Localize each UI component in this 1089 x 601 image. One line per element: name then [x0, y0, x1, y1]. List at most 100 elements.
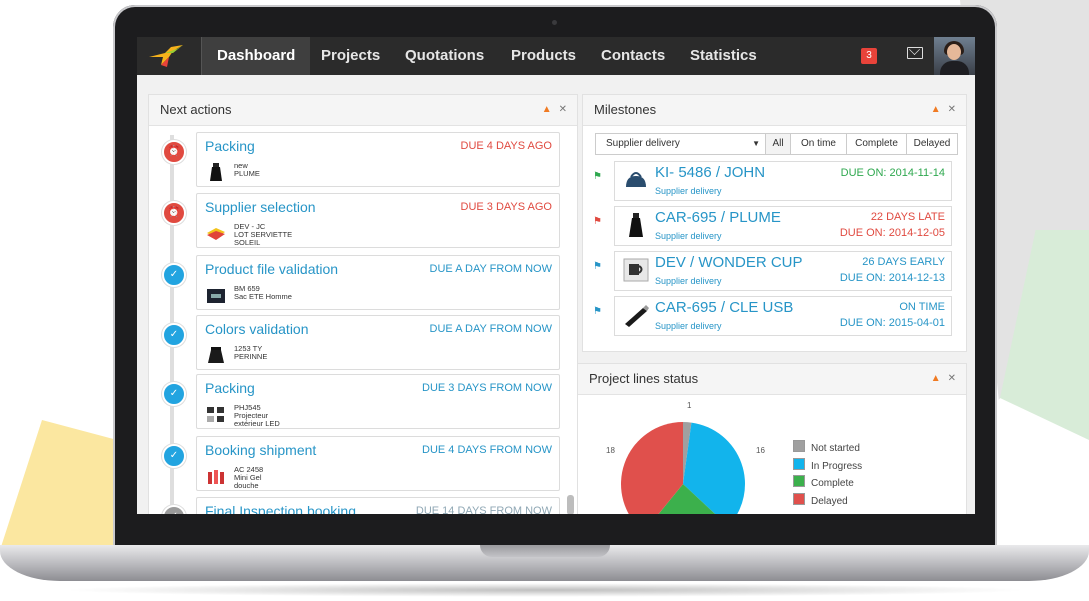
avatar[interactable]: [934, 37, 975, 75]
towel-thumbnail: [207, 228, 225, 240]
action-title[interactable]: Colors validation: [205, 321, 309, 337]
panel-header: Next actions ▲ ✕: [149, 95, 577, 126]
nav-statistics[interactable]: Statistics: [675, 37, 772, 75]
action-due: DUE 3 DAYS FROM NOW: [422, 382, 552, 394]
action-item[interactable]: Colors validation DUE A DAY FROM NOW 125…: [196, 315, 560, 370]
flag-icon: ⚑: [593, 306, 602, 317]
legend-swatch: [793, 475, 805, 487]
legend-label: Complete: [811, 478, 854, 489]
top-navbar: Dashboard Projects Quotations Products C…: [137, 37, 975, 75]
close-icon[interactable]: ✕: [948, 373, 956, 384]
milestone-due: DUE ON: 2014-11-14: [840, 167, 945, 179]
milestone-name[interactable]: CAR-695 / PLUME: [655, 209, 781, 226]
legend-label: Delayed: [811, 495, 848, 507]
milestone-type: Supplier delivery: [655, 321, 722, 331]
action-item[interactable]: Product file validation DUE A DAY FROM N…: [196, 255, 560, 310]
action-title[interactable]: Packing: [205, 138, 255, 154]
bag-image: [626, 172, 646, 187]
check-icon: ✓: [162, 263, 186, 287]
filter-all[interactable]: All: [765, 133, 791, 155]
action-title[interactable]: Packing: [205, 380, 255, 396]
milestone-due: DUE ON: 2014-12-13: [839, 272, 945, 284]
panel-title: Project lines status: [589, 371, 699, 386]
action-item[interactable]: Booking shipment DUE 4 DAYS FROM NOW AC …: [196, 436, 560, 491]
milestone-status: 26 DAYS EARLY: [862, 256, 945, 268]
panel-header: Milestones ▲ ✕: [583, 95, 966, 126]
milestone-status: 22 DAYS LATE: [870, 211, 945, 223]
dress-image: [629, 213, 643, 237]
milestone-name[interactable]: DEV / WONDER CUP: [655, 254, 803, 271]
webcam: [552, 20, 557, 25]
action-desc: 1253 TY PERINNE: [234, 344, 268, 361]
milestone-type-select[interactable]: Supplier delivery ▼: [595, 133, 767, 155]
laptop-notch: [480, 545, 610, 557]
milestone-type: Supplier delivery: [655, 186, 722, 196]
nav-quotations[interactable]: Quotations: [390, 37, 499, 75]
legend-label: In Progress: [811, 460, 863, 472]
check-icon: ✓: [162, 505, 186, 514]
projector-thumbnail: [207, 407, 224, 422]
filter-on-time[interactable]: On time: [790, 133, 847, 155]
milestone-type: Supplier delivery: [655, 231, 722, 241]
legend-item[interactable]: Complete: [793, 475, 854, 489]
legend-item[interactable]: In Progress: [793, 457, 863, 472]
scrollbar[interactable]: [567, 495, 574, 514]
nav-contacts[interactable]: Contacts: [586, 37, 680, 75]
legend-swatch: [793, 440, 805, 452]
milestone-type: Supplier delivery: [655, 276, 722, 286]
action-item[interactable]: Final Inspection booking DUE 14 DAYS FRO…: [196, 497, 560, 514]
legend-swatch: [793, 457, 805, 470]
action-due: DUE A DAY FROM NOW: [429, 263, 552, 275]
usb-key-image: [625, 305, 649, 327]
action-title[interactable]: Supplier selection: [205, 199, 316, 215]
milestone-item[interactable]: DEV / WONDER CUP Supplier delivery 26 DA…: [614, 251, 952, 291]
action-desc: AC 2458 Mini Gel douche: [234, 465, 264, 490]
milestone-item[interactable]: KI- 5486 / JOHN Supplier delivery DUE ON…: [614, 161, 952, 201]
panel-header: Project lines status ▲ ✕: [578, 364, 966, 395]
app-screen: Dashboard Projects Quotations Products C…: [137, 37, 975, 514]
action-item[interactable]: Packing DUE 4 DAYS AGO new PLUME: [196, 132, 560, 187]
chevron-down-icon: ▼: [752, 139, 760, 148]
flag-icon: ⚑: [593, 171, 602, 182]
action-item[interactable]: Supplier selection DUE 3 DAYS AGO DEV - …: [196, 193, 560, 248]
check-icon: ✓: [162, 382, 186, 406]
nav-dashboard[interactable]: Dashboard: [201, 37, 311, 75]
collapse-icon[interactable]: ▲: [931, 373, 941, 384]
collapse-icon[interactable]: ▲: [542, 104, 552, 115]
action-title[interactable]: Final Inspection booking: [205, 503, 356, 514]
action-desc: BM 659 Sac ETE Homme: [234, 284, 292, 301]
next-actions-panel: Next actions ▲ ✕ ⏰ Packing DUE 4 DAYS AGO…: [148, 94, 578, 514]
milestone-item[interactable]: CAR-695 / CLE USB Supplier delivery ON T…: [614, 296, 952, 336]
dress-thumbnail: [210, 163, 222, 181]
nav-products[interactable]: Products: [496, 37, 591, 75]
check-icon: ✓: [162, 444, 186, 468]
milestone-due: DUE ON: 2014-12-05: [839, 227, 945, 239]
bag-thumbnail: [207, 289, 225, 303]
nav-projects[interactable]: Projects: [306, 37, 395, 75]
alarm-icon: ⏰: [162, 140, 186, 164]
action-due: DUE A DAY FROM NOW: [429, 323, 552, 335]
milestone-name[interactable]: KI- 5486 / JOHN: [655, 164, 765, 181]
milestone-item[interactable]: CAR-695 / PLUME Supplier delivery 22 DAY…: [614, 206, 952, 246]
pie-data-label: 18: [606, 446, 615, 455]
milestones-panel: Milestones ▲ ✕ Supplier delivery ▼ All On …: [582, 94, 967, 352]
action-title[interactable]: Product file validation: [205, 261, 338, 277]
check-icon: ✓: [162, 323, 186, 347]
action-title[interactable]: Booking shipment: [205, 442, 316, 458]
close-icon[interactable]: ✕: [559, 104, 567, 115]
envelope-icon[interactable]: [907, 47, 923, 59]
milestone-name[interactable]: CAR-695 / CLE USB: [655, 299, 793, 316]
hummingbird-logo[interactable]: [147, 43, 187, 69]
action-due: DUE 14 DAYS FROM NOW: [415, 505, 552, 514]
project-lines-panel: Project lines status ▲ ✕ 1 16 18 Not starte…: [577, 363, 967, 514]
notification-badge[interactable]: 3: [861, 48, 877, 64]
filter-delayed[interactable]: Delayed: [906, 133, 958, 155]
filter-complete[interactable]: Complete: [846, 133, 907, 155]
legend-item[interactable]: Delayed: [793, 492, 848, 507]
close-icon[interactable]: ✕: [948, 104, 956, 115]
cup-image: [623, 258, 649, 282]
alarm-icon: ⏰: [162, 201, 186, 225]
collapse-icon[interactable]: ▲: [931, 104, 941, 115]
action-item[interactable]: Packing DUE 3 DAYS FROM NOW PHJ545 Projec…: [196, 374, 560, 429]
legend-item[interactable]: Not started: [793, 440, 860, 454]
